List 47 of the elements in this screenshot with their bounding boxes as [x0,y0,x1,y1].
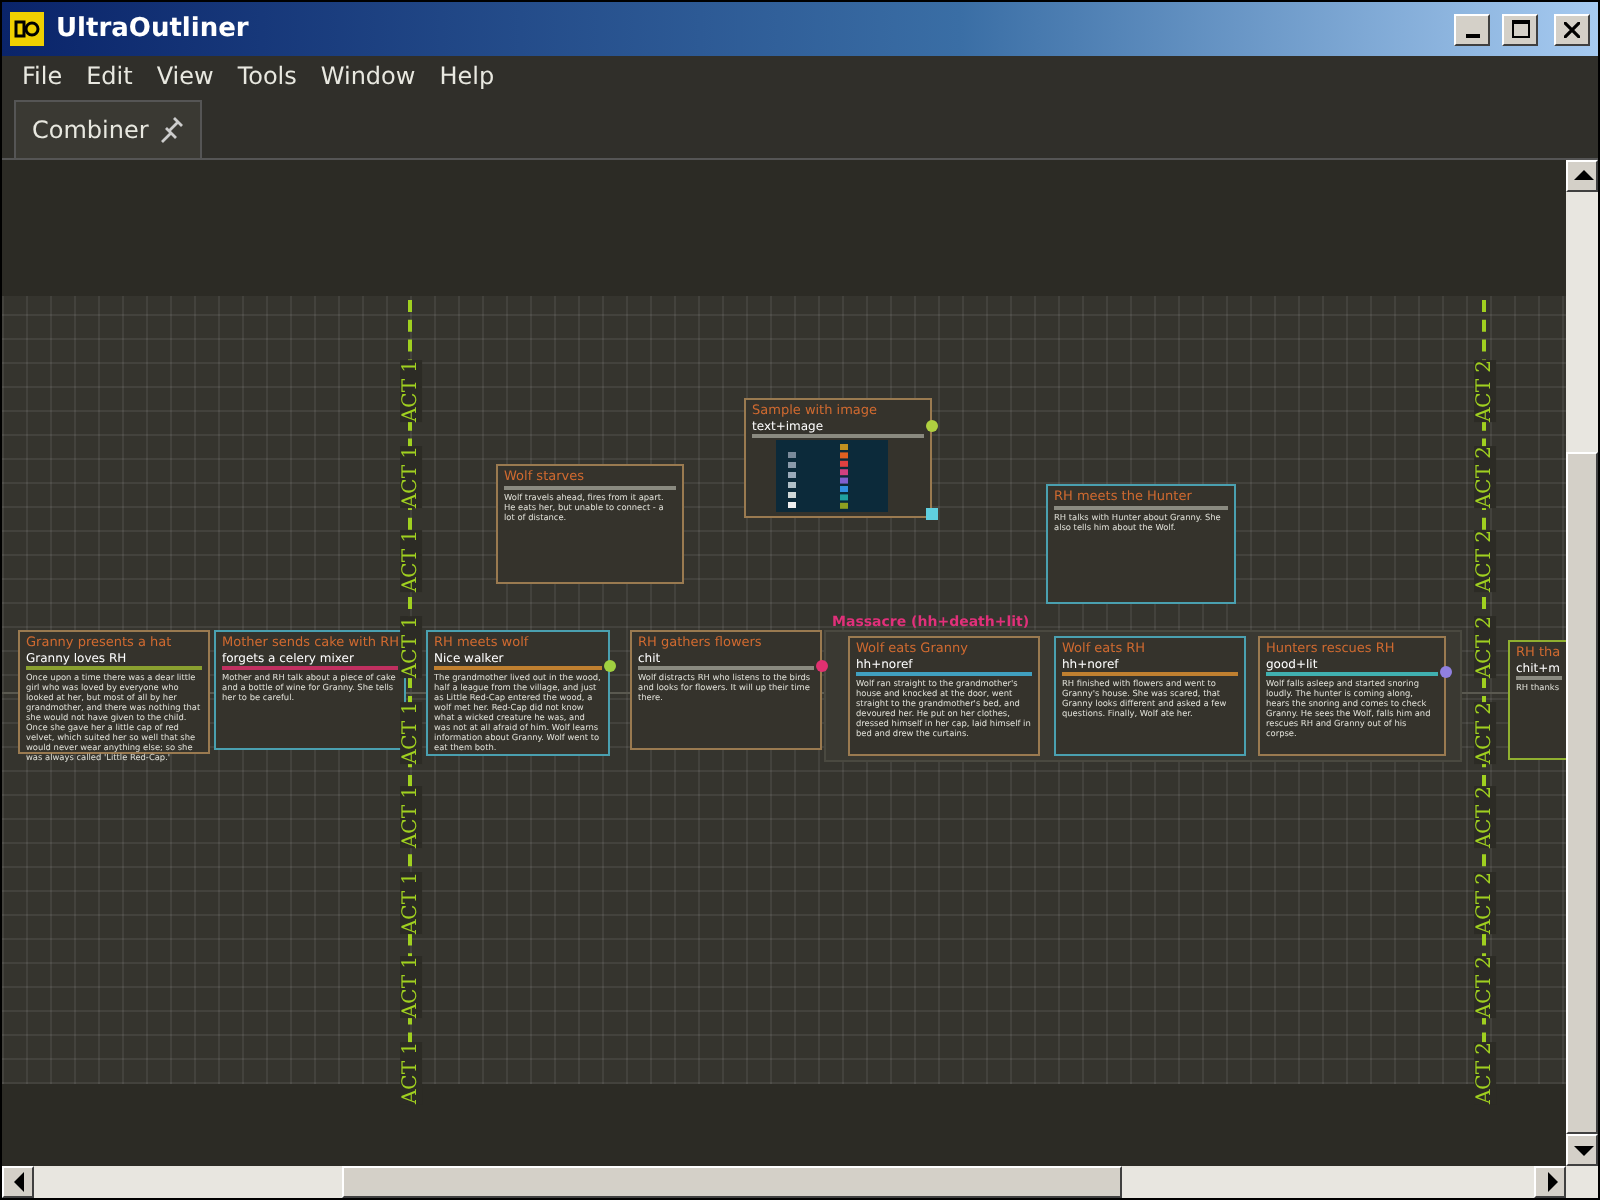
close-button[interactable] [1554,13,1590,45]
act-label: ACT 1 [401,445,423,508]
connector-dot[interactable] [926,420,938,432]
menu-item[interactable]: View [144,61,226,89]
menu-item[interactable]: Edit [74,61,145,89]
window-title: UltraOutliner [56,14,251,44]
menu-item[interactable]: Help [427,61,507,89]
act-label: ACT 2 [1475,700,1497,764]
act-label: ACT 1 [401,956,423,1019]
act-label: ACT 1 [401,530,423,593]
outline-card[interactable] [1258,636,1446,756]
tab[interactable]: Combiner [14,100,203,158]
connector-dot[interactable] [816,660,828,672]
outline-card[interactable] [426,630,610,756]
act-label: ACT 1 [401,700,423,764]
act-label: ACT 2 [1475,445,1497,508]
app-logo-icon [10,12,44,46]
maximize-button[interactable] [1502,13,1538,45]
act-label: ACT 1 [401,786,423,849]
outline-card[interactable] [848,636,1040,756]
act-label: ACT 2 [1475,530,1497,593]
act-label: ACT 1 [401,871,423,934]
menu-item[interactable]: Tools [225,61,309,89]
minimize-button[interactable] [1454,13,1490,45]
scroll-thumb[interactable] [1566,452,1598,1134]
act-label: ACT 2 [1475,786,1497,849]
act-label: ACT 1 [401,615,423,678]
pin-icon[interactable] [160,116,185,144]
color-table-drawing [776,440,888,512]
close-icon [1564,21,1580,37]
menu-item[interactable]: Window [308,61,428,89]
act-label: ACT 1 [401,359,423,423]
maximize-icon [1511,20,1529,38]
menu-item[interactable]: File [10,61,75,89]
vertical-scrollbar[interactable] [1566,160,1598,1198]
resize-handle[interactable] [926,508,938,520]
act-label: ACT 2 [1475,1041,1497,1105]
connector-dot[interactable] [1440,666,1452,678]
act-label: ACT 2 [1475,615,1497,678]
act-label: ACT 2 [1475,871,1497,934]
scroll-thumb[interactable] [342,1166,1122,1198]
act-label: ACT 2 [1475,359,1497,423]
connector-dot[interactable] [604,660,616,672]
horizontal-scrollbar[interactable] [2,1166,1566,1198]
act-label: ACT 2 [1475,956,1497,1019]
minimize-icon [1465,33,1479,37]
act-label: ACT 1 [401,1041,423,1105]
